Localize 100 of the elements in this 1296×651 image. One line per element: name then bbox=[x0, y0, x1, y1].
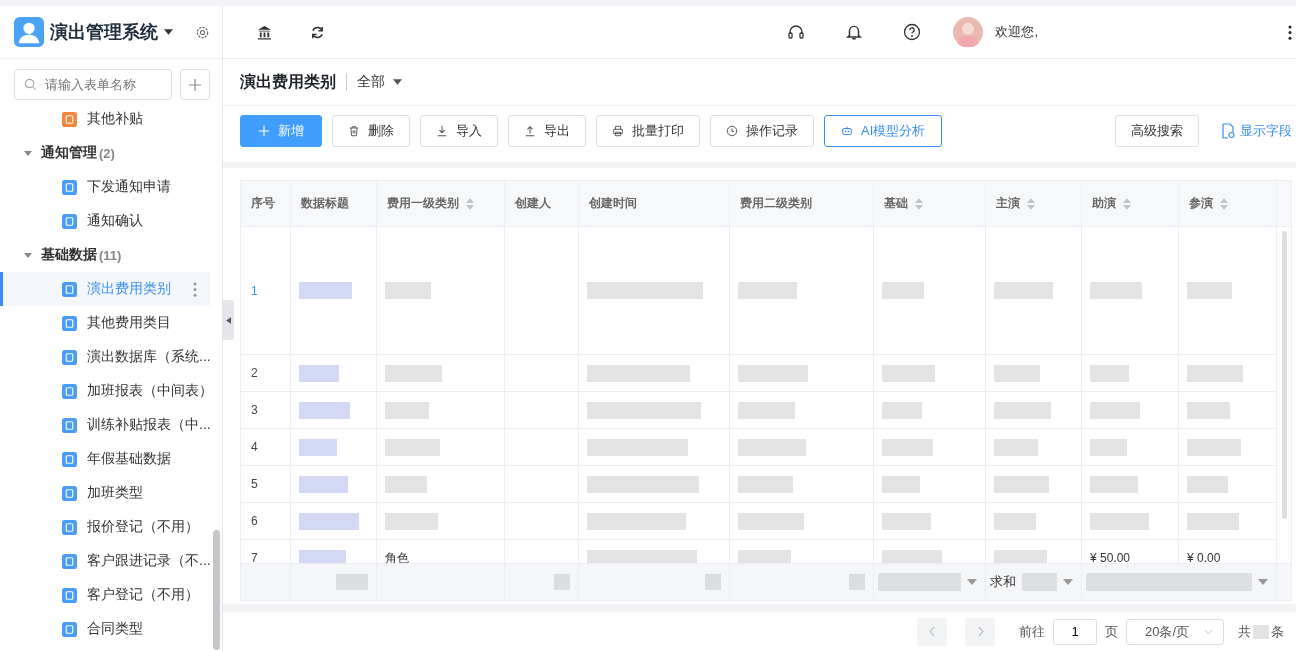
refresh-icon[interactable] bbox=[310, 24, 325, 40]
tree-item[interactable]: 下发通知申请 bbox=[0, 170, 210, 204]
redacted-block bbox=[882, 512, 931, 530]
column-header[interactable]: 基础 bbox=[874, 181, 986, 227]
item-label[interactable]: 合同类型 bbox=[87, 620, 143, 638]
page-unit-label: 页 bbox=[1105, 622, 1118, 641]
next-page-button[interactable] bbox=[965, 617, 995, 646]
settings-icon[interactable] bbox=[195, 24, 210, 40]
view-filter-dropdown[interactable]: 全部 bbox=[357, 73, 402, 91]
expand-icon[interactable] bbox=[23, 148, 33, 158]
bank-icon[interactable] bbox=[257, 24, 272, 40]
show-fields-link[interactable]: 显示字段 bbox=[1221, 122, 1292, 140]
row-number: 6 bbox=[241, 503, 291, 540]
tree-item[interactable]: 报价登记（不用） bbox=[0, 510, 210, 544]
item-label[interactable]: 其他补贴 bbox=[87, 110, 143, 128]
group-label[interactable]: 通知管理 bbox=[41, 144, 97, 162]
toolbar-button[interactable]: 操作记录 bbox=[710, 115, 814, 147]
sort-icon[interactable] bbox=[1123, 197, 1131, 210]
add-button[interactable] bbox=[180, 69, 210, 100]
tree-item[interactable]: 加班报表（中间表） bbox=[0, 374, 210, 408]
item-label[interactable]: 加班类型 bbox=[87, 484, 143, 502]
redacted-block bbox=[994, 401, 1051, 419]
collapse-handle[interactable] bbox=[222, 300, 234, 340]
redacted-block bbox=[299, 512, 359, 530]
app-logo-icon bbox=[14, 17, 44, 47]
item-label[interactable]: 报价登记（不用） bbox=[87, 518, 199, 536]
item-label[interactable]: 客户登记（不用） bbox=[87, 586, 199, 604]
summary-label: 求和 bbox=[990, 573, 1016, 591]
column-header[interactable]: 费用一级类别 bbox=[377, 181, 505, 227]
item-label[interactable]: 演出数据库（系统... bbox=[87, 348, 211, 366]
robot-icon bbox=[841, 125, 853, 137]
redacted-block bbox=[1090, 364, 1129, 382]
tree-item[interactable]: 年假基础数据 bbox=[0, 442, 210, 476]
sort-icon[interactable] bbox=[915, 197, 923, 210]
caret-icon[interactable] bbox=[164, 29, 173, 35]
toolbar-button[interactable]: 删除 bbox=[332, 115, 410, 147]
search-field[interactable]: 请输入表单名称 bbox=[14, 69, 172, 100]
scrollbar[interactable] bbox=[213, 530, 220, 650]
column-header[interactable]: 主演 bbox=[986, 181, 1082, 227]
tree-item[interactable]: 客户跟进记录（不... bbox=[0, 544, 210, 578]
redacted-block bbox=[299, 282, 352, 299]
previous-page-button[interactable] bbox=[917, 617, 947, 646]
redacted-block bbox=[1187, 512, 1239, 530]
toolbar-button[interactable]: AI模型分析 bbox=[824, 115, 943, 147]
row-number: 3 bbox=[241, 392, 291, 429]
more-icon[interactable] bbox=[1288, 24, 1292, 40]
help-icon[interactable] bbox=[903, 23, 922, 41]
expand-icon[interactable] bbox=[23, 250, 33, 260]
tree-item[interactable]: 加班类型 bbox=[0, 476, 210, 510]
redacted-block bbox=[994, 475, 1049, 493]
notification-icon[interactable] bbox=[845, 23, 864, 41]
redacted-block bbox=[299, 475, 348, 493]
column-header[interactable]: 助演 bbox=[1082, 181, 1179, 227]
total-unit-label: 条 bbox=[1271, 622, 1284, 641]
toolbar-button[interactable]: 批量打印 bbox=[596, 115, 700, 147]
summary-dropdown[interactable]: 求和 bbox=[986, 573, 1073, 591]
toolbar-button[interactable]: 导入 bbox=[420, 115, 498, 147]
toolbar-button[interactable]: 导出 bbox=[508, 115, 586, 147]
plus-icon bbox=[189, 78, 201, 91]
redacted-block bbox=[1090, 438, 1127, 456]
tree-item[interactable]: 演出数据库（系统... bbox=[0, 340, 210, 374]
avatar[interactable] bbox=[953, 17, 984, 47]
sort-icon[interactable] bbox=[1027, 197, 1035, 210]
item-label[interactable]: 其他费用类目 bbox=[87, 314, 171, 332]
redacted-block bbox=[385, 282, 431, 299]
tree-item[interactable]: 合同类型 bbox=[0, 612, 210, 646]
sort-icon[interactable] bbox=[1220, 197, 1228, 210]
item-label[interactable]: 加班报表（中间表） bbox=[87, 382, 213, 400]
redacted-block bbox=[882, 364, 935, 382]
page-number-field[interactable]: 1 bbox=[1053, 618, 1097, 645]
sort-icon[interactable] bbox=[466, 197, 474, 210]
column-header[interactable]: 参演 bbox=[1179, 181, 1277, 227]
redacted-block bbox=[705, 574, 721, 590]
item-label[interactable]: 年假基础数据 bbox=[87, 450, 171, 468]
item-label[interactable]: 下发通知申请 bbox=[87, 178, 171, 196]
tree-group[interactable]: 基础数据(11) bbox=[0, 238, 222, 272]
download-icon bbox=[436, 125, 448, 137]
item-label[interactable]: 训练补贴报表（中... bbox=[87, 416, 211, 434]
item-label[interactable]: 通知确认 bbox=[87, 212, 143, 230]
redacted-block bbox=[882, 549, 942, 563]
tree-group[interactable]: 通知管理(2) bbox=[0, 136, 222, 170]
scrollbar[interactable] bbox=[1282, 231, 1287, 519]
headset-icon[interactable] bbox=[787, 23, 806, 41]
total-label: 共 bbox=[1238, 622, 1251, 641]
tree-item[interactable]: 训练补贴报表（中... bbox=[0, 408, 210, 442]
group-label[interactable]: 基础数据 bbox=[41, 246, 97, 264]
redacted-block bbox=[554, 574, 570, 590]
advanced-search-button[interactable]: 高级搜索 bbox=[1115, 115, 1199, 147]
item-label[interactable]: 客户跟进记录（不... bbox=[87, 552, 211, 570]
app-title[interactable]: 演出管理系统 bbox=[50, 20, 158, 44]
tree-item[interactable]: 其他补贴 bbox=[0, 102, 210, 136]
tree-item[interactable]: 其他费用类目 bbox=[0, 306, 210, 340]
goto-label: 前往 bbox=[1019, 622, 1045, 641]
tree-item[interactable]: 客户登记（不用） bbox=[0, 578, 210, 612]
caret-icon bbox=[393, 79, 402, 85]
redacted-block bbox=[336, 574, 368, 590]
greeting-text: 欢迎您, bbox=[995, 23, 1038, 41]
chevron-down-icon bbox=[1204, 628, 1213, 635]
page-size-dropdown[interactable]: 20条/页 bbox=[1126, 618, 1224, 645]
tree-item[interactable]: 通知确认 bbox=[0, 204, 210, 238]
